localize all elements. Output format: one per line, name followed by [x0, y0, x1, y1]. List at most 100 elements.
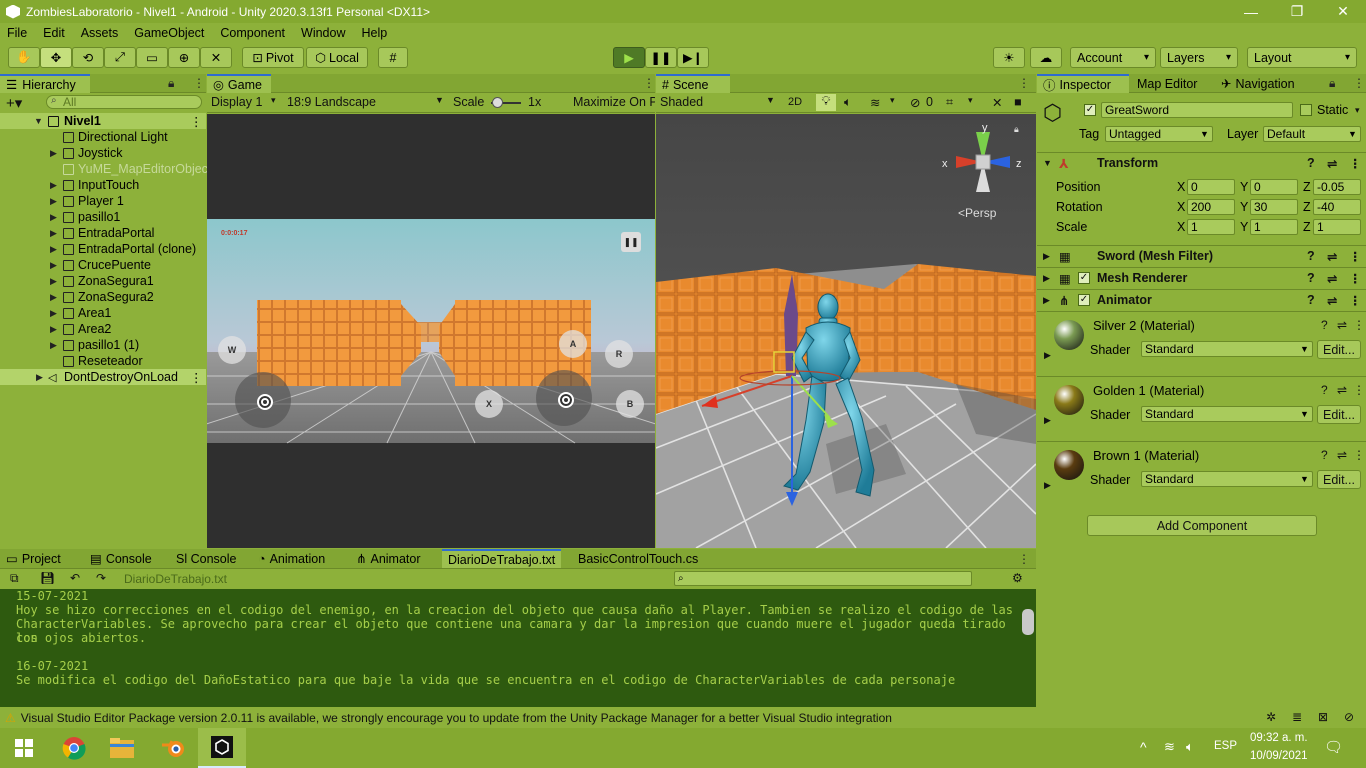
tab-project[interactable]: ▭ Project: [0, 549, 67, 568]
presets-icon[interactable]: ⇌: [1327, 293, 1337, 308]
touch-button-x[interactable]: X: [475, 390, 503, 418]
layers-dropdown[interactable]: Layers: [1160, 47, 1238, 68]
chrome-icon[interactable]: [50, 728, 98, 768]
panel-menu-icon[interactable]: ⋮: [643, 76, 655, 90]
help-icon[interactable]: ?: [1307, 293, 1315, 307]
shader-dropdown[interactable]: Standard ▼: [1141, 471, 1313, 487]
wifi-icon[interactable]: ≋: [1164, 739, 1175, 755]
tab-sl-console[interactable]: Sl Console: [170, 549, 242, 568]
edit-shader-button[interactable]: Edit...: [1317, 340, 1361, 359]
collapse-arrow-icon[interactable]: ▶: [1043, 251, 1050, 262]
touch-button-a[interactable]: A: [559, 330, 587, 358]
game-pause-icon[interactable]: ❚❚: [621, 232, 641, 252]
hierarchy-item[interactable]: ▶ Player 1: [0, 193, 206, 209]
redo-icon[interactable]: ↷: [96, 571, 106, 585]
tab-animator[interactable]: ⋔ Animator: [350, 549, 427, 568]
custom-tool-icon[interactable]: ✕: [200, 47, 232, 68]
menu-component[interactable]: Component: [212, 26, 293, 40]
menu-window[interactable]: Window: [293, 26, 353, 40]
collapse-arrow-icon[interactable]: ▶: [1043, 273, 1050, 284]
tab-inspector[interactable]: ⓘ Inspector: [1037, 74, 1129, 93]
expand-arrow-icon[interactable]: ▶: [50, 340, 57, 351]
pause-button[interactable]: ❚❚: [645, 47, 677, 68]
shader-dropdown[interactable]: Standard ▼: [1141, 406, 1313, 422]
component-header[interactable]: ▶ ⋔ ✓ Animator? ⇌ ⋮: [1037, 289, 1366, 310]
persp-label[interactable]: <Persp: [958, 206, 996, 220]
lock-icon[interactable]: 🔒︎: [1329, 76, 1335, 91]
maximize-button[interactable]: ❐: [1274, 0, 1320, 23]
dropdown-arrow-icon[interactable]: ▾: [1355, 105, 1360, 116]
expand-arrow-icon[interactable]: ▶: [50, 196, 57, 207]
presets-icon[interactable]: ⇌: [1327, 271, 1337, 286]
collapse-arrow-icon[interactable]: ▶: [1044, 415, 1051, 426]
tab-hierarchy[interactable]: ☰ Hierarchy: [0, 74, 90, 93]
gizmo-lock-icon[interactable]: 🔒︎: [1014, 124, 1019, 135]
tab-animation[interactable]: ◔ Animation: [252, 549, 331, 568]
touch-button-w[interactable]: W: [218, 336, 246, 364]
scale-slider-thumb[interactable]: [492, 97, 503, 108]
status-message[interactable]: Visual Studio Editor Package version 2.0…: [21, 711, 892, 725]
presets-icon[interactable]: ⇌: [1327, 156, 1337, 171]
add-component-button[interactable]: Add Component: [1087, 515, 1317, 536]
notification-icon[interactable]: ⊘: [1344, 710, 1354, 724]
component-menu-icon[interactable]: ⋮: [1349, 293, 1362, 308]
transform-position-x-field[interactable]: 0: [1187, 179, 1235, 195]
help-icon[interactable]: ?: [1321, 318, 1328, 332]
volume-icon[interactable]: 🔈︎: [1186, 739, 1194, 755]
cache-icon[interactable]: ≣: [1292, 710, 1302, 724]
expand-arrow-icon[interactable]: ▶: [50, 228, 57, 239]
transform-rotation-z-field[interactable]: -40: [1313, 199, 1361, 215]
component-menu-icon[interactable]: ⋮: [1349, 271, 1362, 286]
transform-scale-y-field[interactable]: 1: [1250, 219, 1298, 235]
hierarchy-dontdestroy-row[interactable]: ▶ ◁ DontDestroyOnLoad ⋮: [0, 369, 206, 385]
open-file-icon[interactable]: ⧉: [10, 571, 19, 586]
left-joystick[interactable]: [235, 372, 291, 428]
hierarchy-item[interactable]: YuME_MapEditorObjec: [0, 161, 208, 177]
help-icon[interactable]: ?: [1307, 156, 1315, 170]
transform-position-z-field[interactable]: -0.05: [1313, 179, 1361, 195]
rotate-tool-icon[interactable]: ⟲: [72, 47, 104, 68]
shader-dropdown[interactable]: Standard ▼: [1141, 341, 1313, 357]
transform-tool-icon[interactable]: ⊕: [168, 47, 200, 68]
tab-map-editor[interactable]: Map Editor: [1131, 74, 1203, 93]
account-dropdown[interactable]: Account: [1070, 47, 1156, 68]
hierarchy-item[interactable]: ▶ ZonaSegura2: [0, 289, 206, 305]
presets-icon[interactable]: ⇌: [1337, 448, 1347, 462]
pivot-toggle-button[interactable]: ⊡ Pivot: [242, 47, 304, 68]
lock-icon[interactable]: 🔒︎: [168, 76, 174, 91]
collapse-arrow-icon[interactable]: ▶: [1044, 350, 1051, 361]
tag-dropdown[interactable]: Untagged ▼: [1105, 126, 1213, 142]
shading-dropdown[interactable]: Shaded ▼: [660, 95, 776, 109]
touch-button-r[interactable]: R: [605, 340, 633, 368]
hierarchy-item[interactable]: ▶ pasillo1 (1): [0, 337, 206, 353]
component-menu-icon[interactable]: ⋮: [1353, 383, 1365, 397]
hierarchy-item[interactable]: ▶ Joystick: [0, 145, 206, 161]
editor-scrollbar-thumb[interactable]: [1022, 609, 1034, 635]
aspect-dropdown[interactable]: 18:9 Landscape ▼: [287, 95, 445, 111]
panel-menu-icon[interactable]: ⋮: [193, 76, 205, 90]
local-toggle-button[interactable]: ⬡ Local: [306, 47, 368, 68]
menu-file[interactable]: File: [0, 26, 35, 40]
component-header[interactable]: ▶ ▦ ✓ Mesh Renderer? ⇌ ⋮: [1037, 267, 1366, 288]
play-button[interactable]: ▶: [613, 47, 645, 68]
language-indicator[interactable]: ESP: [1214, 740, 1237, 752]
hierarchy-item[interactable]: ▶ pasillo1: [0, 209, 206, 225]
component-menu-icon[interactable]: ⋮: [1349, 249, 1362, 264]
add-icon[interactable]: +▾: [6, 94, 22, 112]
hierarchy-item[interactable]: ▶ EntradaPortal: [0, 225, 206, 241]
menu-help[interactable]: Help: [353, 26, 395, 40]
component-menu-icon[interactable]: ⋮: [1349, 156, 1362, 171]
unity-taskbar-icon[interactable]: [198, 728, 246, 768]
scale-tool-icon[interactable]: ⤢: [104, 47, 136, 68]
transform-rotation-x-field[interactable]: 200: [1187, 199, 1235, 215]
transform-position-y-field[interactable]: 0: [1250, 179, 1298, 195]
blender-icon[interactable]: [150, 728, 198, 768]
hierarchy-item[interactable]: ▶ EntradaPortal (clone): [0, 241, 206, 257]
scene-canvas[interactable]: y x z 🔒︎ <Persp: [656, 114, 1036, 548]
tools-icon[interactable]: ✕: [992, 95, 1002, 110]
tab-game[interactable]: ◎ Game: [207, 74, 271, 93]
hand-tool-icon[interactable]: ✋: [8, 47, 40, 68]
transform-header[interactable]: ▼ ⅄ Transform ? ⇌ ⋮: [1037, 152, 1366, 173]
expand-arrow-icon[interactable]: ▶: [50, 292, 57, 303]
file-explorer-icon[interactable]: [98, 728, 146, 768]
